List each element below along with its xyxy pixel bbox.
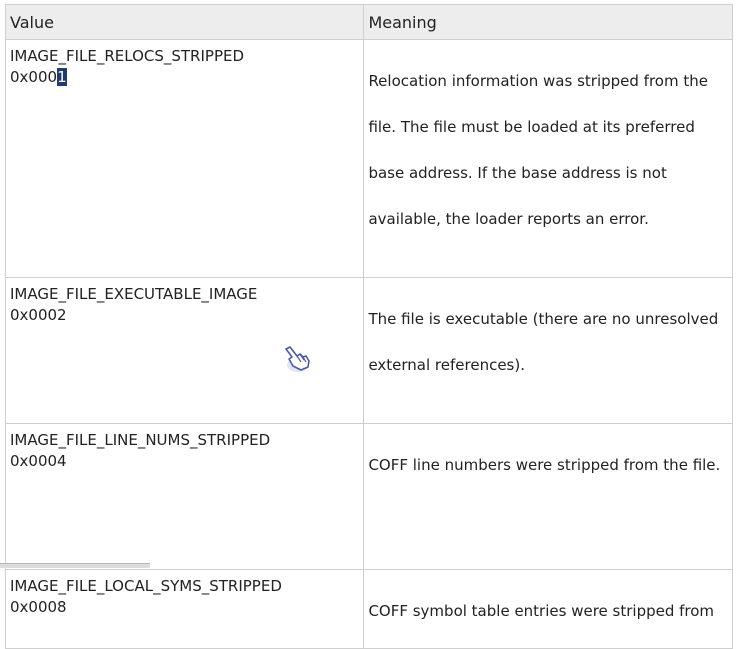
flag-hex[interactable]: 0x0001	[10, 67, 359, 88]
value-cell: IMAGE_FILE_LOCAL_SYMS_STRIPPED 0x0008	[4, 569, 365, 649]
flag-name: IMAGE_FILE_EXECUTABLE_IMAGE	[10, 285, 258, 303]
hex-text: 0x000	[10, 68, 58, 86]
file-characteristics-table: Value Meaning IMAGE_FILE_RELOCS_STRIPPED…	[4, 4, 733, 649]
table-header-row: Value Meaning	[4, 4, 733, 40]
bottom-status-strip	[0, 563, 150, 568]
meaning-cell: The file is executable (there are no unr…	[363, 277, 733, 424]
header-value: Value	[4, 4, 365, 40]
header-meaning: Meaning	[363, 4, 733, 40]
table-row: IMAGE_FILE_LINE_NUMS_STRIPPED 0x0004 COF…	[4, 423, 733, 570]
table-row: IMAGE_FILE_RELOCS_STRIPPED 0x0001 Reloca…	[4, 39, 733, 278]
hand-pointer-icon	[280, 343, 314, 377]
meaning-cell: Relocation information was stripped from…	[363, 39, 733, 278]
value-cell: IMAGE_FILE_LINE_NUMS_STRIPPED 0x0004	[4, 423, 365, 570]
table-row: IMAGE_FILE_EXECUTABLE_IMAGE 0x0002 The f…	[4, 277, 733, 424]
meaning-cell: COFF line numbers were stripped from the…	[363, 423, 733, 570]
flag-name: IMAGE_FILE_RELOCS_STRIPPED	[10, 47, 245, 65]
flag-hex: 0x0008	[10, 598, 67, 616]
selected-text[interactable]: 1	[57, 68, 67, 86]
value-cell: IMAGE_FILE_RELOCS_STRIPPED 0x0001	[4, 39, 365, 278]
flag-hex: 0x0004	[10, 452, 67, 470]
flag-name: IMAGE_FILE_LOCAL_SYMS_STRIPPED	[10, 577, 282, 595]
flag-name: IMAGE_FILE_LINE_NUMS_STRIPPED	[10, 431, 271, 449]
flag-hex: 0x0002	[10, 306, 67, 324]
table-row: IMAGE_FILE_LOCAL_SYMS_STRIPPED 0x0008 CO…	[4, 569, 733, 649]
meaning-cell: COFF symbol table entries were stripped …	[363, 569, 733, 649]
